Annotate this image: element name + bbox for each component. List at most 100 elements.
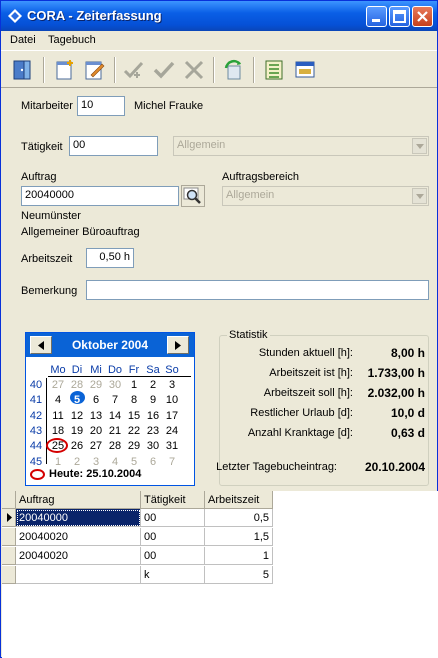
calendar-prev-button[interactable] — [30, 336, 52, 354]
calendar-day[interactable]: 25 — [49, 440, 67, 452]
dayname-6: So — [165, 364, 179, 376]
entries-grid[interactable]: Auftrag Tätigkeit Arbeitszeit 20040000 00… — [2, 491, 438, 658]
calendar-day[interactable]: 28 — [68, 379, 86, 391]
calendar-day[interactable]: 8 — [125, 394, 143, 406]
menu-tagebuch[interactable]: Tagebuch — [48, 34, 96, 46]
exit-door-icon[interactable] — [11, 59, 35, 81]
grid-cell[interactable]: 00 — [141, 547, 205, 565]
auftragsbereich-dropdown-button[interactable] — [412, 188, 427, 204]
calendar-day[interactable]: 7 — [163, 456, 181, 468]
bemerkung-input[interactable] — [86, 280, 429, 300]
calendar-day[interactable]: 19 — [68, 425, 86, 437]
calendar-day[interactable]: 4 — [49, 394, 67, 406]
grid-header-auftrag[interactable]: Auftrag — [16, 491, 141, 509]
calendar-day[interactable]: 17 — [163, 410, 181, 422]
calendar-day[interactable]: 2 — [144, 379, 162, 391]
new-entry-icon[interactable] — [53, 59, 77, 81]
edit-entry-icon[interactable] — [83, 59, 107, 81]
calendar-day[interactable]: 29 — [87, 379, 105, 391]
calendar-day[interactable]: 4 — [106, 456, 124, 468]
calendar-today-text[interactable]: Heute: 25.10.2004 — [49, 468, 141, 480]
calendar-day[interactable]: 10 — [163, 394, 181, 406]
calendar-day[interactable]: 13 — [87, 410, 105, 422]
auftrag-input[interactable]: 20040000 — [21, 186, 179, 206]
calendar-day[interactable]: 15 — [125, 410, 143, 422]
calendar-day[interactable]: 2 — [68, 456, 86, 468]
calendar-day[interactable]: 5 — [68, 394, 86, 406]
grid-cell[interactable]: 20040020 — [16, 528, 141, 546]
calendar-day[interactable]: 18 — [49, 425, 67, 437]
calendar-day[interactable]: 30 — [144, 440, 162, 452]
calendar-day[interactable]: 23 — [144, 425, 162, 437]
search-magnifier-icon[interactable] — [181, 185, 205, 207]
grid-cell[interactable]: 1 — [205, 547, 273, 565]
arbeitszeit-input[interactable]: 0,50 h — [86, 248, 134, 268]
calendar-day[interactable]: 1 — [125, 379, 143, 391]
calendar-day[interactable]: 16 — [144, 410, 162, 422]
minimize-button[interactable] — [366, 6, 387, 27]
month-calendar[interactable]: Oktober 2004 Mo Di Mi Do Fr Sa So 40 41 42 43 44 45 2… — [25, 332, 195, 486]
accept-all-icon[interactable] — [122, 59, 146, 81]
calendar-day[interactable]: 27 — [87, 440, 105, 452]
grid-cell[interactable]: 1,5 — [205, 528, 273, 546]
calendar-day[interactable]: 14 — [106, 410, 124, 422]
taetigkeit-select-value: Allgemein — [177, 139, 226, 151]
grid-cell[interactable]: 20040000 — [16, 509, 141, 527]
taetigkeit-input[interactable]: 00 — [69, 136, 158, 156]
calendar-day[interactable]: 31 — [163, 440, 181, 452]
grid-cell[interactable]: 00 — [141, 509, 205, 527]
grid-cell[interactable]: 20040020 — [16, 547, 141, 565]
calendar-day[interactable]: 3 — [163, 379, 181, 391]
grid-cell[interactable] — [16, 566, 141, 584]
window-view-icon[interactable] — [293, 59, 317, 81]
calendar-day[interactable]: 7 — [106, 394, 124, 406]
calendar-day[interactable]: 29 — [125, 440, 143, 452]
grid-cell[interactable]: k — [141, 566, 205, 584]
calendar-day[interactable]: 20 — [87, 425, 105, 437]
close-button[interactable] — [412, 6, 433, 27]
grid-cell[interactable]: 00 — [141, 528, 205, 546]
calendar-day[interactable]: 11 — [49, 410, 67, 422]
calendar-day[interactable]: 26 — [68, 440, 86, 452]
report-table-icon[interactable] — [262, 59, 286, 81]
mitarbeiter-input[interactable]: 10 — [77, 96, 125, 116]
calendar-day[interactable]: 27 — [49, 379, 67, 391]
grid-header-taetigkeit[interactable]: Tätigkeit — [141, 491, 205, 509]
calendar-next-button[interactable] — [167, 336, 189, 354]
calendar-day[interactable]: 6 — [87, 394, 105, 406]
calendar-day[interactable]: 1 — [49, 456, 67, 468]
check-icon[interactable] — [152, 59, 176, 81]
dayname-4: Fr — [128, 364, 140, 376]
calendar-day[interactable]: 9 — [144, 394, 162, 406]
calendar-day[interactable]: 12 — [68, 410, 86, 422]
grid-row-header[interactable] — [2, 509, 16, 527]
grid-row-header[interactable] — [2, 566, 16, 584]
calendar-day[interactable]: 5 — [125, 456, 143, 468]
grid-row-header[interactable] — [2, 547, 16, 565]
taetigkeit-select[interactable]: Allgemein — [173, 136, 429, 156]
auftragsbereich-select[interactable]: Allgemein — [222, 186, 429, 206]
calendar-day[interactable]: 6 — [144, 456, 162, 468]
grid-cell[interactable]: 0,5 — [205, 509, 273, 527]
calendar-day[interactable]: 30 — [106, 379, 124, 391]
auftragsbereich-label: Auftragsbereich — [222, 171, 300, 183]
calendar-day[interactable]: 24 — [163, 425, 181, 437]
calendar-day[interactable]: 3 — [87, 456, 105, 468]
refresh-recycle-icon[interactable] — [222, 59, 246, 81]
grid-row-header[interactable] — [2, 528, 16, 546]
today-marker-icon — [30, 469, 45, 480]
cancel-x-icon[interactable] — [182, 59, 206, 81]
taetigkeit-dropdown-button[interactable] — [412, 138, 427, 154]
calendar-day[interactable]: 21 — [106, 425, 124, 437]
stat-label: Anzahl Kranktage [d]: — [247, 427, 353, 439]
auftrag-label: Auftrag — [21, 171, 57, 183]
title-bar[interactable]: CORA - Zeiterfassung — [1, 1, 437, 31]
menu-datei[interactable]: Datei — [10, 34, 36, 46]
week-number: 43 — [29, 424, 43, 437]
grid-cell[interactable]: 5 — [205, 566, 273, 584]
maximize-button[interactable] — [389, 6, 410, 27]
calendar-day[interactable]: 22 — [125, 425, 143, 437]
calendar-month-title[interactable]: Oktober 2004 — [56, 338, 164, 352]
calendar-day[interactable]: 28 — [106, 440, 124, 452]
grid-header-arbeitszeit[interactable]: Arbeitszeit — [205, 491, 273, 509]
